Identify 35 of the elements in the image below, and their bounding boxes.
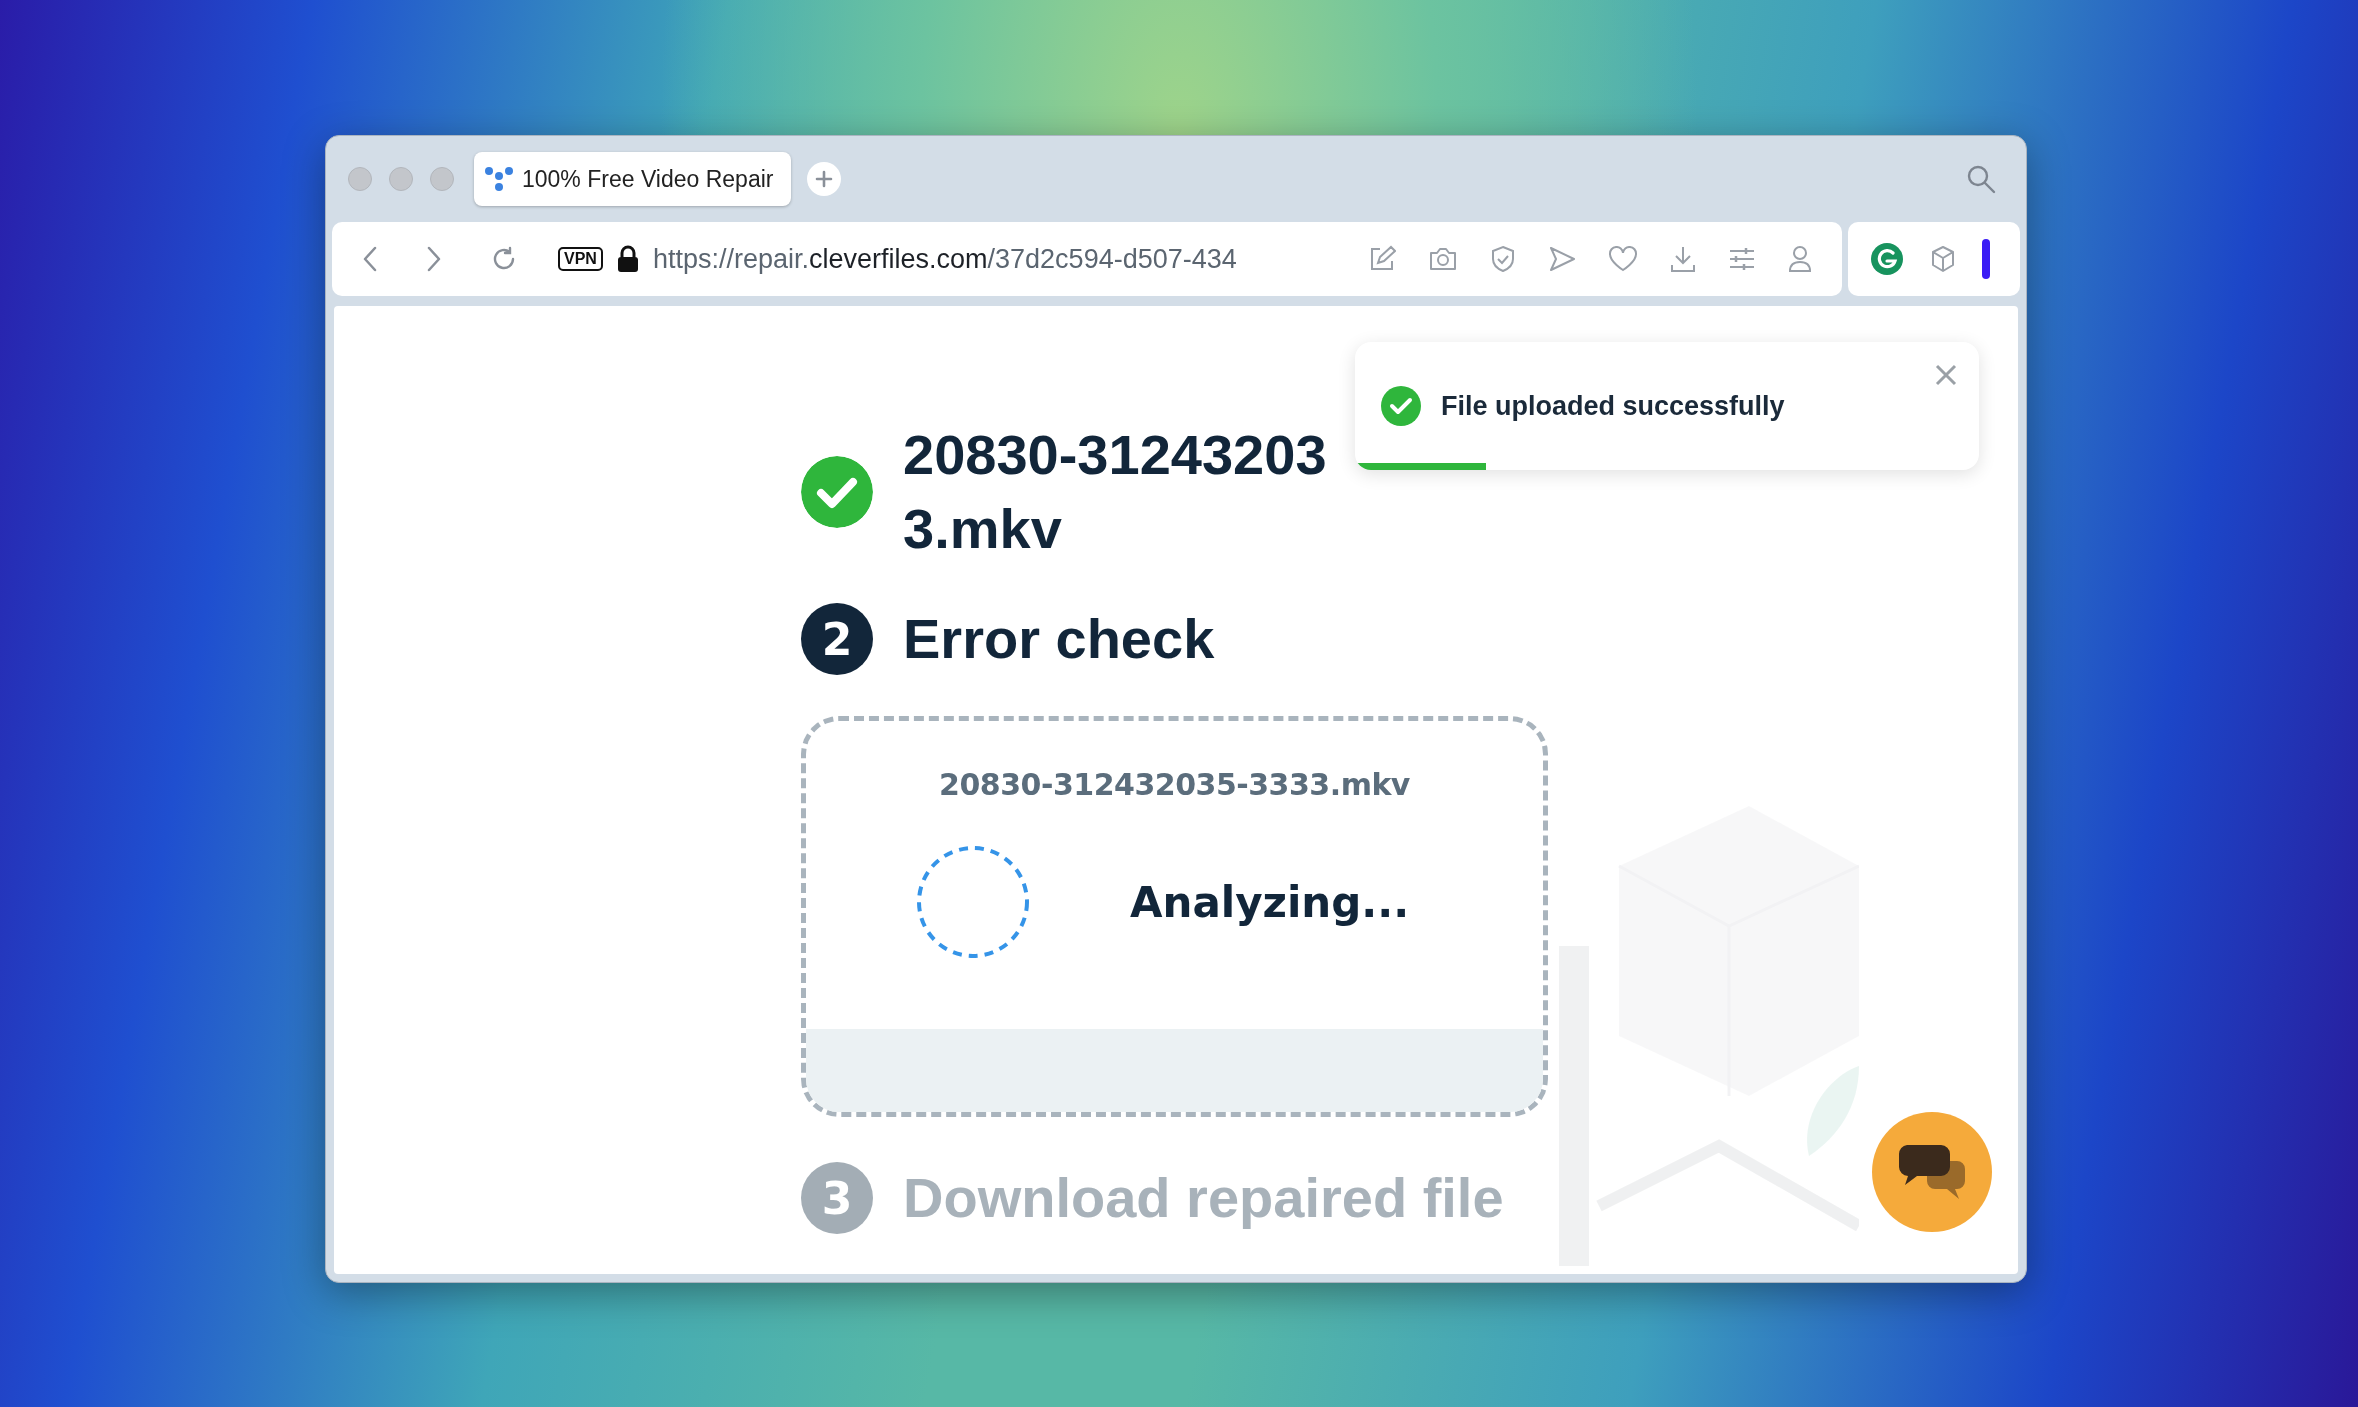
heart-icon[interactable] (1608, 246, 1638, 272)
edit-icon[interactable] (1368, 245, 1396, 273)
search-icon[interactable] (1966, 164, 1996, 194)
grammar-extension-icon[interactable] (1870, 242, 1904, 276)
toast-message: File uploaded successfully (1441, 390, 1785, 422)
sidebar-indicator (1982, 239, 1990, 279)
lock-icon (616, 245, 639, 273)
zoom-window-button[interactable] (430, 167, 454, 191)
profile-icon[interactable] (1788, 245, 1812, 273)
check-circle-icon (1381, 386, 1421, 426)
sliders-icon[interactable] (1728, 247, 1756, 271)
download-icon[interactable] (1670, 245, 1696, 273)
step-number: 3 (801, 1162, 873, 1234)
vpn-badge[interactable]: VPN (558, 247, 603, 271)
analyzing-status: Analyzing... (1130, 877, 1410, 927)
step-title: 20830-31243203 3.mkv (903, 422, 1327, 562)
chat-bubbles-icon (1897, 1143, 1967, 1201)
close-window-button[interactable] (348, 167, 372, 191)
back-icon[interactable] (362, 246, 378, 272)
url-field[interactable]: https://repair.cleverfiles.com/37d2c594-d507-434 (652, 243, 1368, 275)
step-title: Download repaired file (903, 1165, 1504, 1231)
shield-icon[interactable] (1490, 245, 1516, 273)
cube-icon[interactable] (1930, 245, 1956, 273)
browser-tab[interactable]: 100% Free Video Repair (474, 152, 792, 206)
close-icon[interactable] (1935, 364, 1957, 386)
new-tab-button[interactable] (807, 162, 842, 196)
step-title: Error check (903, 606, 1215, 672)
check-circle-icon (801, 456, 873, 528)
site-logo-icon (484, 166, 514, 192)
step-number: 2 (801, 603, 873, 675)
forward-icon[interactable] (426, 246, 442, 272)
minimize-window-button[interactable] (389, 167, 413, 191)
send-icon[interactable] (1548, 246, 1576, 272)
camera-icon[interactable] (1428, 246, 1458, 272)
file-name: 20830-312432035-3333.mkv (938, 766, 1411, 802)
